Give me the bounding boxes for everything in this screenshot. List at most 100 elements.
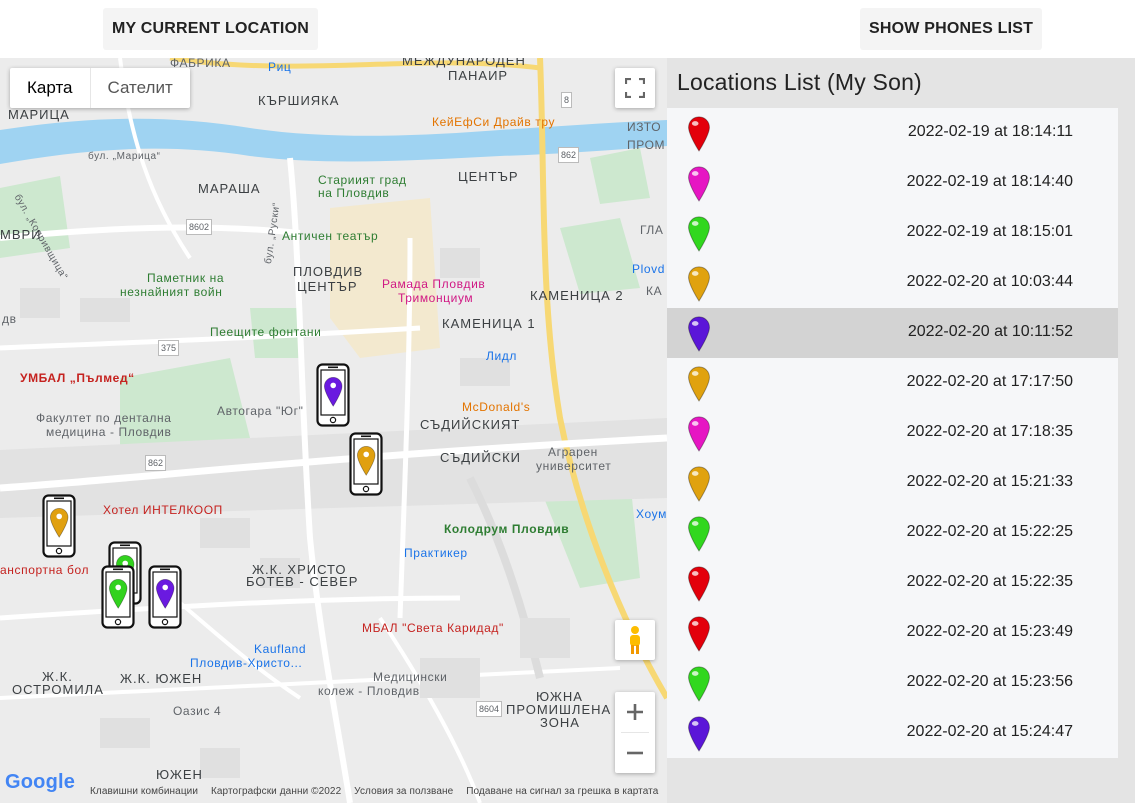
map-label: МАРАША [198, 181, 261, 196]
map-label: анспортна бол [0, 563, 90, 577]
location-row[interactable]: 2022-02-19 at 18:14:40 [667, 158, 1118, 208]
road-shield: 862 [145, 455, 167, 471]
top-bar: MY CURRENT LOCATION SHOW PHONES LIST [0, 0, 1135, 58]
map-label: бул. „Марица“ [88, 151, 161, 162]
location-pin [685, 314, 713, 352]
map-label: Риц [268, 60, 292, 74]
phone-marker[interactable] [42, 494, 76, 558]
location-timestamp: 2022-02-20 at 15:21:33 [906, 473, 1073, 490]
map-pin-icon [688, 516, 710, 552]
map-label: Хоум [636, 507, 667, 521]
road-shield: 8602 [186, 219, 213, 235]
location-timestamp: 2022-02-19 at 18:14:40 [906, 173, 1073, 190]
minus-icon [627, 751, 643, 755]
phone-icon [349, 432, 383, 496]
map-label: ЦЕНТЪР [458, 169, 519, 184]
map-label: Медицински [373, 670, 448, 684]
location-pin [685, 464, 713, 502]
location-timestamp: 2022-02-20 at 15:23:49 [906, 623, 1073, 640]
report-error-link[interactable]: Подаване на сигнал за грешка в картата [466, 786, 658, 797]
fullscreen-icon [625, 78, 645, 98]
location-row[interactable]: 2022-02-20 at 17:17:50 [667, 358, 1118, 408]
map-label: Тримонциум [398, 291, 474, 305]
phone-icon [316, 363, 350, 427]
locations-panel: Locations List (My Son) 2022-02-19 at 18… [667, 58, 1135, 803]
location-row[interactable]: 2022-02-20 at 15:23:56 [667, 658, 1118, 708]
location-timestamp: 2022-02-20 at 17:17:50 [906, 373, 1073, 390]
map-label: Паметник на [147, 271, 225, 285]
map-label: ПЛОВДИВ [293, 264, 364, 279]
location-row[interactable]: 2022-02-20 at 10:11:52 [667, 308, 1118, 358]
location-row[interactable]: 2022-02-20 at 15:21:33 [667, 458, 1118, 508]
location-row[interactable]: 2022-02-19 at 18:15:01 [667, 208, 1118, 258]
location-pin [685, 564, 713, 602]
phone-marker[interactable] [148, 565, 182, 629]
map-label: КА [646, 284, 663, 298]
location-timestamp: 2022-02-20 at 15:22:25 [906, 523, 1073, 540]
map-pin-icon [688, 566, 710, 602]
location-pin [685, 664, 713, 702]
map-label: ПРОМ [627, 138, 666, 152]
map-label: Автогара "Юг" [217, 404, 304, 418]
map-label: McDonald's [462, 400, 531, 414]
map-label: КЪРШИЯКА [258, 93, 340, 108]
map-label: СЪДИЙСКИЯТ [420, 417, 521, 432]
location-row[interactable]: 2022-02-20 at 15:23:49 [667, 608, 1118, 658]
map-label: Рамада Пловдив [382, 277, 486, 291]
location-pin [685, 214, 713, 252]
location-row[interactable]: 2022-02-20 at 10:03:44 [667, 258, 1118, 308]
map-label: Факултет по дентална [36, 411, 172, 425]
phone-marker[interactable] [349, 432, 383, 496]
map-pin-icon [688, 266, 710, 302]
map-label: Аграрен [548, 445, 598, 459]
map-label: МБАЛ "Света Каридад" [362, 621, 504, 635]
map-pin-icon [688, 666, 710, 702]
fullscreen-button[interactable] [615, 68, 655, 108]
zoom-control [615, 692, 655, 773]
map-type-satellite-button[interactable]: Сателит [89, 68, 190, 108]
map-label: ГЛА [640, 223, 664, 237]
map-label: ЦЕНТЪР [297, 279, 358, 294]
phone-icon [101, 565, 135, 629]
terms-link[interactable]: Условия за ползване [354, 786, 453, 797]
map-pin-icon [688, 116, 710, 152]
map-view[interactable]: ФАБРИКА Риц МЕЖДУНАРОДЕН ПАНАИР КЪРШИЯКА… [0, 58, 667, 803]
phone-icon [42, 494, 76, 558]
map-label: Пеещите фонтани [210, 325, 322, 339]
map-type-control: Карта Сателит [10, 68, 190, 108]
location-row[interactable]: 2022-02-20 at 15:22:35 [667, 558, 1118, 608]
map-pin-icon [688, 216, 710, 252]
phone-icon [148, 565, 182, 629]
location-row[interactable]: 2022-02-20 at 15:22:25 [667, 508, 1118, 558]
location-pin [685, 164, 713, 202]
map-label: незнайният войн [120, 285, 223, 299]
map-label: КАМЕНИЦА 1 [442, 316, 536, 331]
map-label: Античен театър [282, 229, 379, 243]
map-label: ЮЖЕН [156, 767, 203, 782]
map-type-map-button[interactable]: Карта [10, 68, 90, 108]
locations-list: 2022-02-19 at 18:14:11 2022-02-19 at 18:1… [667, 108, 1118, 758]
location-pin [685, 514, 713, 552]
location-row[interactable]: 2022-02-20 at 17:18:35 [667, 408, 1118, 458]
phone-marker[interactable] [101, 565, 135, 629]
zoom-in-button[interactable] [615, 692, 655, 732]
location-row[interactable]: 2022-02-19 at 18:14:11 [667, 108, 1118, 158]
location-row[interactable]: 2022-02-20 at 15:24:47 [667, 708, 1118, 758]
phone-marker[interactable] [316, 363, 350, 427]
map-label: Пловдив-Христо... [190, 656, 303, 670]
street-view-button[interactable] [615, 620, 655, 660]
map-label: ПАНАИР [448, 68, 509, 83]
zoom-out-button[interactable] [615, 733, 655, 773]
map-pin-icon [688, 316, 710, 352]
show-phones-list-button[interactable]: SHOW PHONES LIST [860, 8, 1043, 50]
map-data-text: Картографски данни ©2022 [210, 786, 342, 797]
map-label: МАРИЦА [8, 107, 70, 122]
map-label: Стариият град [318, 173, 407, 187]
map-label: колеж - Пловдив [318, 684, 420, 698]
road-shield: 375 [158, 340, 180, 356]
location-timestamp: 2022-02-20 at 15:24:47 [906, 723, 1073, 740]
map-label: ОСТРОМИЛА [12, 682, 104, 697]
location-pin [685, 364, 713, 402]
keyboard-shortcuts-link[interactable]: Клавишни комбинации [90, 786, 198, 797]
my-current-location-button[interactable]: MY CURRENT LOCATION [103, 8, 318, 50]
